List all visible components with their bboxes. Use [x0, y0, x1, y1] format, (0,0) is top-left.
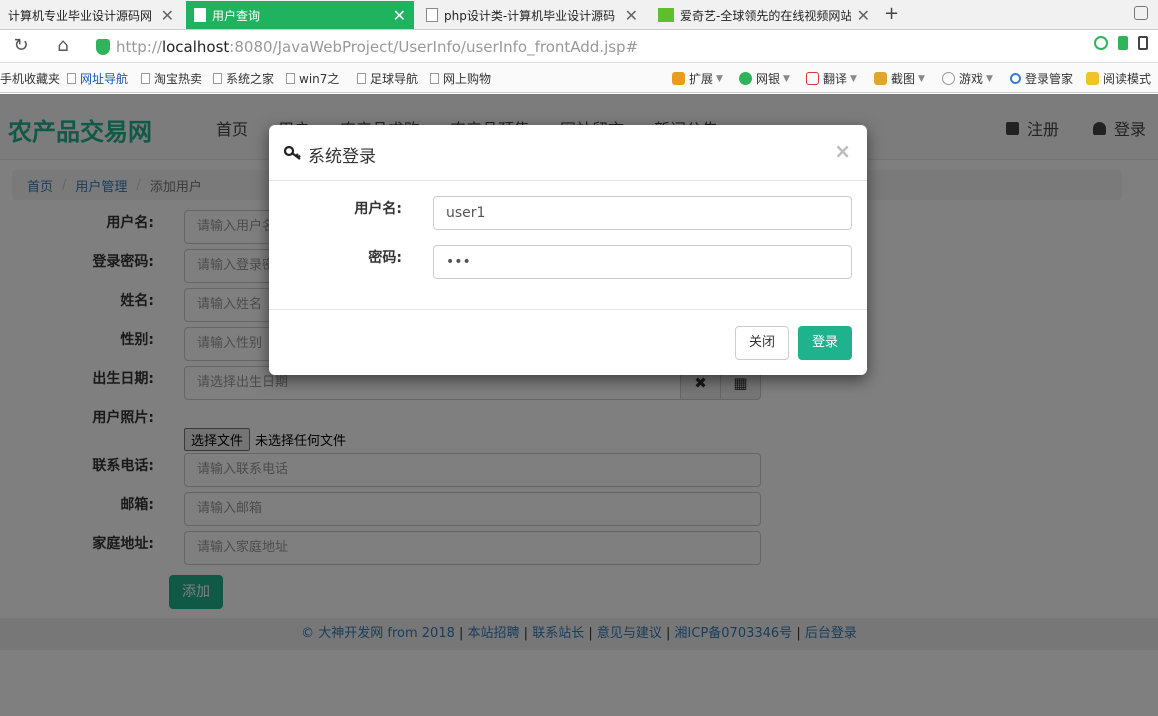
chevron-down-icon: ▼ [783, 73, 790, 84]
address-bar[interactable]: http://localhost:8080/JavaWebProject/Use… [90, 34, 1110, 59]
close-icon[interactable]: ✕ [857, 6, 870, 25]
tool-label: 翻译 [823, 72, 848, 86]
page-icon [286, 73, 295, 84]
url-text[interactable]: http://localhost:8080/JavaWebProject/Use… [116, 38, 638, 56]
tool-extensions[interactable]: 扩展 ▼ [672, 70, 723, 87]
tool-label: 阅读模式 [1103, 72, 1152, 86]
tool-bank[interactable]: 网银 ▼ [739, 70, 790, 87]
reload-icon[interactable]: ↻ [10, 35, 32, 57]
page-icon [357, 73, 366, 84]
tab-1-label: 计算机专业毕业设计源码网 [8, 8, 153, 23]
bookmark-label: 网上购物 [443, 72, 492, 86]
bookmark-taobao[interactable]: 淘宝热卖 [141, 70, 202, 87]
login-button[interactable]: 登录 [798, 326, 852, 360]
close-icon[interactable]: ✕ [161, 6, 174, 25]
bookmark-label: 手机收藏夹 [0, 72, 61, 86]
tab-4-label: 爱奇艺-全球领先的在线视频网站 [680, 8, 851, 23]
tool-login-manager[interactable]: 登录管家 [1010, 70, 1073, 87]
lightning-icon[interactable] [1118, 36, 1128, 50]
login-modal: 系统登录 × 用户名: user1 密码: ••• 关闭 登录 [269, 125, 867, 375]
toolbar-right-icons [1094, 36, 1148, 50]
book-icon [1086, 72, 1099, 85]
bank-icon [739, 72, 752, 85]
tool-label: 截图 [891, 72, 916, 86]
magnifier-icon [1010, 73, 1021, 84]
tool-label: 登录管家 [1025, 72, 1074, 86]
bookmark-label: 淘宝热卖 [154, 72, 203, 86]
bookmark-label: 系统之家 [226, 72, 275, 86]
page-icon [426, 8, 438, 22]
chevron-down-icon: ▼ [918, 73, 925, 84]
tab-3[interactable]: php设计类-计算机毕业设计源码 ✕ [418, 1, 646, 29]
tool-translate[interactable]: 翻译 ▼ [806, 70, 857, 87]
tab-3-label: php设计类-计算机毕业设计源码 [444, 8, 616, 23]
address-toolbar: ↻ ⌂ http://localhost:8080/JavaWebProject… [0, 30, 1158, 63]
modal-password-label: 密码: [368, 250, 402, 266]
page-content: 农产品交易网 首页 用户 农产品求购 农产品预售 网站留言 新闻公告 注册 登录… [0, 94, 1158, 716]
close-button[interactable]: 关闭 [735, 326, 789, 360]
bookmark-nav[interactable]: 网址导航 [67, 70, 128, 87]
modal-footer: 关闭 登录 [269, 309, 867, 375]
close-icon[interactable]: ✕ [625, 6, 638, 25]
modal-password-input[interactable]: ••• [433, 245, 852, 279]
skin-icon[interactable] [1134, 6, 1148, 20]
tool-label: 游戏 [959, 72, 984, 86]
security-shield-icon [96, 38, 110, 55]
modal-title: 系统登录 [308, 147, 376, 167]
tool-label: 网银 [756, 72, 781, 86]
home-icon[interactable]: ⌂ [52, 35, 74, 57]
chevron-down-icon: ▼ [850, 73, 857, 84]
tool-reader-mode[interactable]: 阅读模式 [1086, 70, 1151, 87]
tool-games[interactable]: 游戏 ▼ [942, 70, 993, 87]
bookmark-mobile[interactable]: 手机收藏夹 [0, 70, 60, 87]
bookmark-football[interactable]: 足球导航 [357, 70, 418, 87]
tool-screenshot[interactable]: 截图 ▼ [874, 70, 925, 87]
translate-icon [806, 72, 819, 85]
tab-4[interactable]: 爱奇艺-全球领先的在线视频网站 ✕ [650, 1, 878, 29]
tab-2[interactable]: 用户查询 ✕ [186, 1, 414, 29]
tab-1[interactable]: 计算机专业毕业设计源码网 ✕ [0, 1, 182, 29]
extensions-icon [672, 72, 685, 85]
close-icon[interactable]: × [834, 139, 851, 163]
tool-label: 扩展 [689, 72, 714, 86]
chevron-down-icon: ▼ [716, 73, 723, 84]
browser-tab-strip: 计算机专业毕业设计源码网 ✕ 用户查询 ✕ php设计类-计算机毕业设计源码 ✕… [0, 0, 1158, 30]
key-icon [284, 146, 301, 160]
close-icon[interactable]: ✕ [393, 6, 406, 25]
bookmark-win7[interactable]: win7之 [286, 70, 339, 87]
scissors-icon [874, 72, 887, 85]
chevron-down-icon: ▼ [986, 73, 993, 84]
bookmark-label: 网址导航 [80, 72, 129, 86]
bookmark-syshome[interactable]: 系统之家 [213, 70, 274, 87]
url-prefix: http:// [116, 37, 162, 56]
page-icon [213, 73, 222, 84]
modal-header: 系统登录 × [269, 125, 867, 181]
sync-icon[interactable] [1094, 36, 1108, 50]
bookmarks-bar: 手机收藏夹 网址导航 淘宝热卖 系统之家 win7之 足球导航 网上购物 扩展 ▼… [0, 63, 1158, 93]
bookmark-label: 足球导航 [370, 72, 419, 86]
modal-username-label: 用户名: [354, 201, 402, 217]
phone-icon[interactable] [1138, 36, 1148, 50]
url-path: :8080/JavaWebProject/UserInfo/userInfo_f… [229, 37, 639, 56]
modal-username-input[interactable]: user1 [433, 196, 852, 230]
page-icon [141, 73, 150, 84]
bookmark-shopping[interactable]: 网上购物 [430, 70, 491, 87]
page-icon [194, 8, 206, 22]
page-icon [430, 73, 439, 84]
iqiyi-icon [658, 8, 674, 22]
gamepad-icon [942, 72, 955, 85]
tab-2-label: 用户查询 [212, 8, 261, 23]
bookmark-label: win7之 [299, 72, 340, 86]
url-host: localhost [161, 37, 230, 56]
page-icon [67, 73, 76, 84]
new-tab-icon[interactable]: + [884, 3, 899, 24]
